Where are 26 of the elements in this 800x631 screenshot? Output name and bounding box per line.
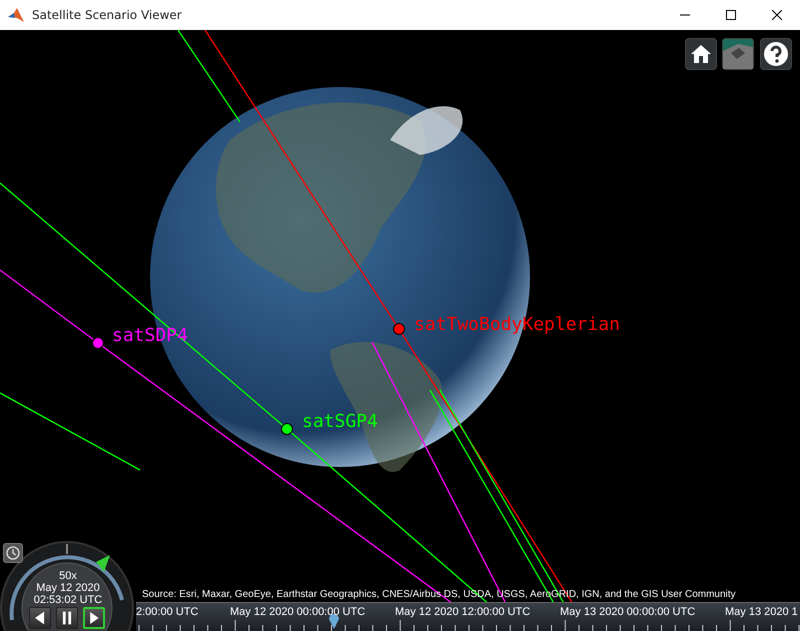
timeline-label: May 13 2020 1 [725, 605, 798, 620]
clock-speed: 50x [58, 570, 78, 583]
clock-time: 02:53:02 UTC [32, 594, 104, 607]
help-icon [763, 41, 789, 67]
timeline-label: May 12 2020 12:00:00 UTC [395, 605, 530, 620]
play-button[interactable] [83, 607, 105, 629]
app-logo-icon [8, 8, 24, 22]
home-icon [690, 43, 712, 65]
clock-button[interactable] [3, 543, 23, 563]
window-title: Satellite Scenario Viewer [32, 7, 182, 24]
home-button[interactable] [685, 38, 717, 70]
close-icon [772, 10, 782, 20]
satellite-label: satSGP4 [302, 413, 378, 431]
satellite-label: satTwoBodyKeplerian [414, 316, 620, 334]
maximize-icon [726, 10, 736, 20]
pause-button[interactable] [56, 607, 78, 629]
help-button[interactable] [760, 38, 792, 70]
timeline-label: 2:00:00 UTC [136, 605, 198, 620]
timeline-bar[interactable]: 2:00:00 UTC May 12 2020 00:00:00 UTC May 12 2020 12:00:00 UTC May 13 2020 00:00:00 UTC May 13 2020 1 [136, 602, 800, 631]
step-back-button[interactable] [29, 607, 51, 629]
terrain-thumbnail-icon [723, 39, 753, 69]
time-marker-icon[interactable] [329, 614, 339, 629]
clock-icon [6, 546, 20, 560]
clock-date: May 12 2020 [35, 582, 101, 595]
timeline-label: May 13 2020 00:00:00 UTC [560, 605, 696, 620]
timeline-label: May 12 2020 00:00:00 UTC [230, 605, 366, 620]
